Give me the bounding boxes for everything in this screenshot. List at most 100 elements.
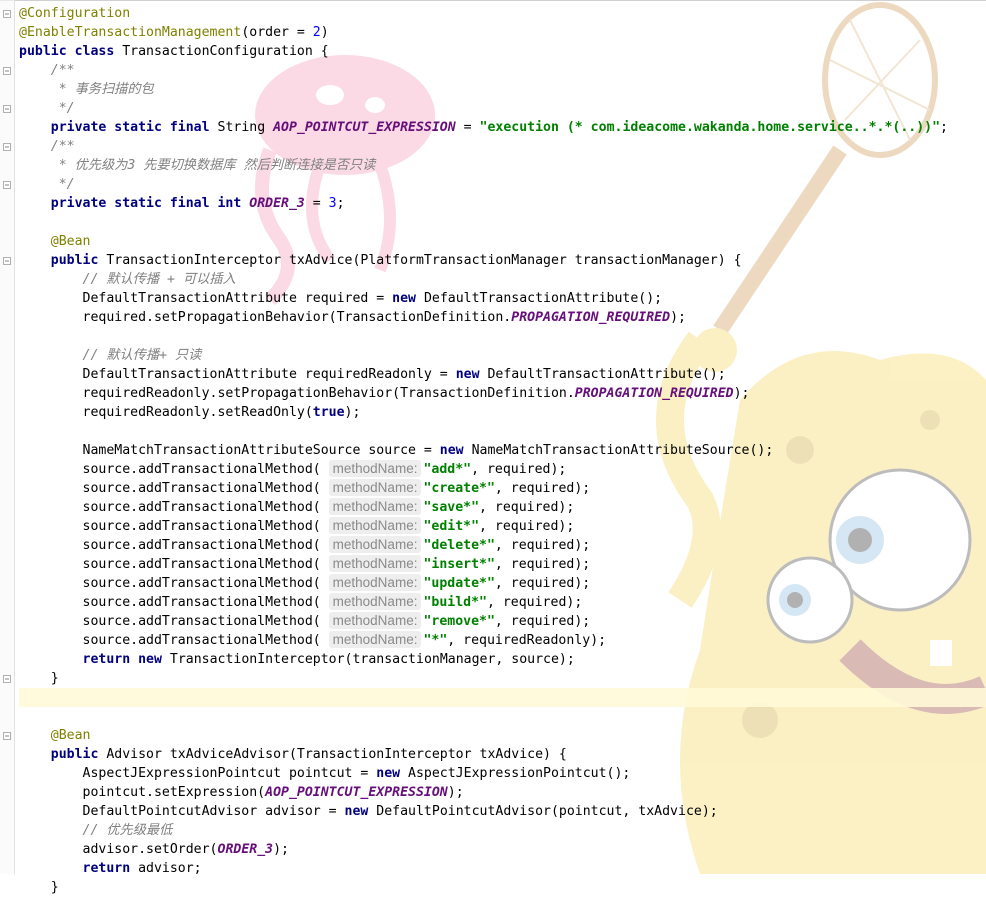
code-token: "*"	[423, 633, 448, 648]
code-line[interactable]: public TransactionInterceptor txAdvice(P…	[19, 251, 986, 270]
code-line[interactable]: */	[19, 99, 986, 118]
parameter-hint: methodName:	[328, 574, 422, 591]
fold-marker-icon[interactable]	[3, 10, 11, 18]
code-line[interactable]: public class TransactionConfiguration {	[19, 42, 986, 61]
code-line[interactable]: source.addTransactionalMethod( methodNam…	[19, 593, 986, 612]
code-token: "remove*"	[423, 614, 495, 629]
code-line[interactable]: DefaultTransactionAttribute required = n…	[19, 289, 986, 308]
code-token: NameMatchTransactionAttributeSource sour…	[19, 443, 440, 458]
code-token: // 默认传播 + 可以插入	[82, 272, 236, 287]
code-line[interactable]: @EnableTransactionManagement(order = 2)	[19, 23, 986, 42]
code-line[interactable]: DefaultPointcutAdvisor advisor = new Def…	[19, 802, 986, 821]
code-line[interactable]: // 默认传播 + 可以插入	[19, 270, 986, 289]
code-token: required.setPropagationBehavior(Transact…	[19, 310, 512, 325]
code-line[interactable]: required.setPropagationBehavior(Transact…	[19, 308, 986, 327]
code-line[interactable]: // 优先级最低	[19, 821, 986, 840]
code-line[interactable]: /**	[19, 61, 986, 80]
code-line[interactable]: source.addTransactionalMethod( methodNam…	[19, 631, 986, 650]
code-line[interactable]: @Bean	[19, 726, 986, 745]
code-line[interactable]: NameMatchTransactionAttributeSource sour…	[19, 441, 986, 460]
code-line[interactable]: source.addTransactionalMethod( methodNam…	[19, 555, 986, 574]
fold-marker-icon[interactable]	[3, 105, 11, 113]
code-line[interactable]	[19, 422, 986, 441]
code-token: String	[217, 120, 274, 135]
code-token: , required);	[471, 462, 567, 477]
code-token: , required);	[494, 538, 591, 553]
code-line[interactable]	[19, 688, 986, 707]
fold-marker-icon[interactable]	[3, 67, 11, 75]
code-line[interactable]: source.addTransactionalMethod( methodNam…	[19, 574, 986, 593]
fold-marker-icon[interactable]	[3, 181, 11, 189]
code-token: source.addTransactionalMethod(	[19, 595, 329, 610]
code-line[interactable]: source.addTransactionalMethod( methodNam…	[19, 479, 986, 498]
code-line[interactable]: advisor.setOrder(ORDER_3);	[19, 840, 986, 859]
code-token: , required);	[479, 500, 575, 515]
code-line[interactable]: return advisor;	[19, 859, 986, 878]
code-line[interactable]: return new TransactionInterceptor(transa…	[19, 650, 986, 669]
code-token: "save*"	[423, 500, 480, 515]
code-line[interactable]: * 事务扫描的包	[19, 80, 986, 99]
code-line[interactable]	[19, 327, 986, 346]
code-line[interactable]: }	[19, 669, 986, 688]
code-token: , required);	[494, 614, 591, 629]
code-token: new	[392, 291, 424, 306]
code-line[interactable]: // 默认传播+ 只读	[19, 346, 986, 365]
code-token: source.addTransactionalMethod(	[19, 538, 329, 553]
code-line[interactable]: source.addTransactionalMethod( methodNam…	[19, 536, 986, 555]
code-token: @Bean	[50, 728, 91, 743]
code-line[interactable]: source.addTransactionalMethod( methodNam…	[19, 612, 986, 631]
code-line[interactable]	[19, 213, 986, 232]
code-token: return new	[82, 652, 170, 667]
code-token: private static final	[50, 120, 218, 135]
code-token: source.addTransactionalMethod(	[19, 633, 329, 648]
code-token: TransactionInterceptor txAdvice(Platform…	[106, 253, 742, 268]
code-line[interactable]: @Bean	[19, 232, 986, 251]
code-token: AspectJExpressionPointcut pointcut =	[19, 766, 377, 781]
code-editor[interactable]: @Configuration @EnableTransactionManageme…	[19, 4, 986, 897]
code-line[interactable]: private static final String AOP_POINTCUT…	[19, 118, 986, 137]
code-line[interactable]	[19, 707, 986, 726]
editor-top-border	[0, 0, 986, 1]
code-token: =	[455, 120, 480, 135]
code-line[interactable]: }	[19, 878, 986, 897]
code-line[interactable]: /**	[19, 137, 986, 156]
code-token: "insert*"	[423, 557, 495, 572]
code-token: @Configuration	[19, 6, 131, 21]
code-token: DefaultTransactionAttribute required =	[19, 291, 393, 306]
code-token: AspectJExpressionPointcut();	[408, 766, 631, 781]
code-token: ;	[336, 196, 345, 211]
fold-marker-icon[interactable]	[3, 257, 11, 265]
code-token: 2	[312, 25, 321, 40]
code-line[interactable]: DefaultTransactionAttribute requiredRead…	[19, 365, 986, 384]
code-token: private static final int	[50, 196, 250, 211]
code-line[interactable]: public Advisor txAdviceAdvisor(Transacti…	[19, 745, 986, 764]
code-line[interactable]: @Configuration	[19, 4, 986, 23]
code-line[interactable]: * 优先级为3 先要切换数据库 然后判断连接是否只读	[19, 156, 986, 175]
fold-marker-icon[interactable]	[3, 143, 11, 151]
fold-marker-icon[interactable]	[3, 675, 11, 683]
code-line[interactable]: requiredReadonly.setPropagationBehavior(…	[19, 384, 986, 403]
code-line[interactable]: private static final int ORDER_3 = 3;	[19, 194, 986, 213]
code-token: 3	[328, 196, 337, 211]
code-line[interactable]: pointcut.setExpression(AOP_POINTCUT_EXPR…	[19, 783, 986, 802]
code-token: */	[50, 177, 75, 192]
code-line[interactable]: AspectJExpressionPointcut pointcut = new…	[19, 764, 986, 783]
code-line[interactable]: */	[19, 175, 986, 194]
fold-marker-icon[interactable]	[3, 732, 11, 740]
code-token: );	[447, 785, 464, 800]
code-token: "add*"	[423, 462, 472, 477]
code-line[interactable]: source.addTransactionalMethod( methodNam…	[19, 460, 986, 479]
code-token: source.addTransactionalMethod(	[19, 576, 329, 591]
code-line[interactable]: requiredReadonly.setReadOnly(true);	[19, 403, 986, 422]
code-token: "create*"	[423, 481, 495, 496]
code-line[interactable]: source.addTransactionalMethod( methodNam…	[19, 517, 986, 536]
code-token: DefaultPointcutAdvisor advisor =	[19, 804, 345, 819]
code-line[interactable]: source.addTransactionalMethod( methodNam…	[19, 498, 986, 517]
code-token: AOP_POINTCUT_EXPRESSION	[273, 120, 456, 135]
